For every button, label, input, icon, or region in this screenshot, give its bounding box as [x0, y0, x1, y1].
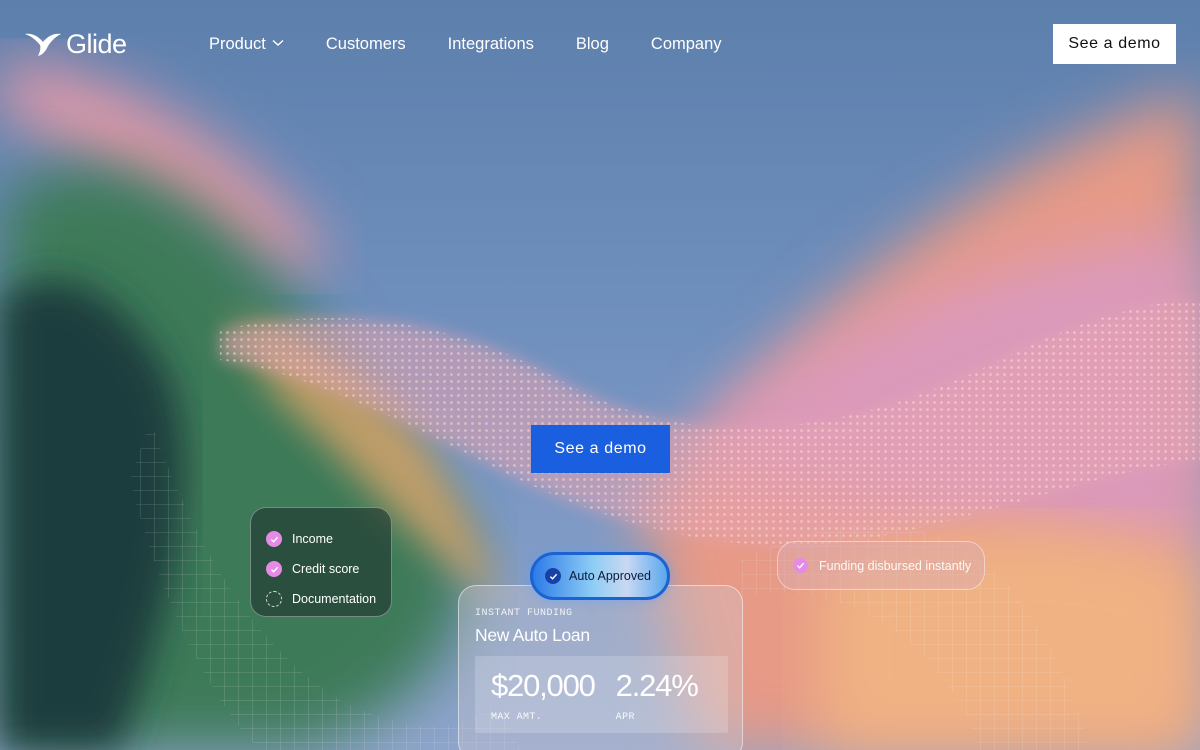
loading-spinner-icon [266, 591, 282, 607]
check-icon [793, 558, 808, 573]
loan-amount-caption: MAX AMT. [491, 712, 543, 723]
nav-item-product[interactable]: Product [209, 34, 284, 54]
loan-card: INSTANT FUNDING New Auto Loan $20,000 MA… [458, 585, 743, 750]
chevron-down-icon [272, 39, 284, 46]
nav-item-label: Product [209, 35, 266, 53]
loan-eyebrow: INSTANT FUNDING [475, 608, 573, 619]
verification-checklist-card: Income Credit score Documentation [250, 507, 392, 617]
checklist-item: Income [266, 524, 391, 554]
check-icon [545, 568, 561, 584]
glide-bird-icon [25, 33, 61, 56]
nav-item-customers[interactable]: Customers [326, 34, 406, 54]
nav-item-company[interactable]: Company [651, 34, 722, 54]
check-icon [266, 531, 282, 547]
hero-see-demo-button[interactable]: See a demo [531, 425, 670, 473]
auto-approved-pill: Auto Approved [530, 552, 670, 600]
brand-name: Glide [66, 29, 127, 59]
loan-amount-value: $20,000 [491, 668, 596, 703]
loan-amount-stat: $20,000 MAX AMT. [491, 668, 596, 733]
toast-label: Funding disbursed instantly [819, 558, 972, 573]
nav-item-integrations[interactable]: Integrations [448, 34, 534, 54]
check-icon [266, 561, 282, 577]
loan-stats: $20,000 MAX AMT. 2.24% APR [475, 656, 728, 733]
loan-apr-value: 2.24% [615, 668, 699, 703]
nav-see-demo-button[interactable]: See a demo [1053, 24, 1176, 64]
checklist-item-label: Credit score [292, 562, 360, 576]
loan-apr-stat: 2.24% APR [615, 668, 699, 733]
funding-toast: Funding disbursed instantly [777, 541, 985, 590]
checklist-item-label: Documentation [292, 592, 377, 606]
nav-item-blog[interactable]: Blog [576, 34, 609, 54]
glide-logo[interactable]: Glide [24, 30, 127, 58]
top-navigation: Glide Product Customers Integrations Blo… [0, 0, 1200, 88]
checklist-item: Credit score [266, 554, 391, 584]
checklist-item: Documentation [266, 584, 391, 614]
loan-title: New Auto Loan [475, 625, 590, 645]
status-label: Auto Approved [569, 569, 652, 583]
loan-apr-caption: APR [615, 712, 635, 723]
nav-links: Product Customers Integrations Blog Comp… [209, 34, 722, 54]
checklist-item-label: Income [292, 532, 333, 546]
